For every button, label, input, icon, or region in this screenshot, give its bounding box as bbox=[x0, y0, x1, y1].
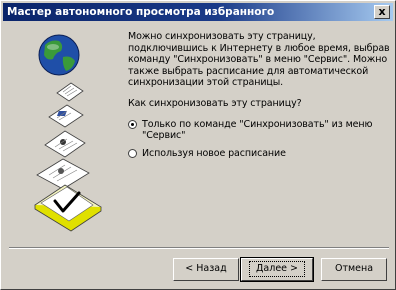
window-title: Мастер автономного просмотра избранного bbox=[7, 6, 275, 18]
wizard-window: Мастер автономного просмотра избранного … bbox=[0, 0, 396, 290]
cancel-button[interactable]: Отмена bbox=[321, 258, 387, 281]
wizard-content: Можно синхронизовать эту страницу, подкл… bbox=[128, 31, 390, 165]
next-button-label: Далее > bbox=[249, 261, 305, 277]
option-manual-sync[interactable]: Только по команде "Синхронизовать" из ме… bbox=[128, 119, 390, 142]
option-new-schedule-label: Используя новое расписание bbox=[142, 147, 286, 159]
close-button[interactable]: x bbox=[374, 5, 390, 19]
wizard-illustration bbox=[34, 34, 102, 232]
close-icon: x bbox=[378, 5, 386, 18]
globe-icon bbox=[38, 34, 80, 76]
next-button[interactable]: Далее > bbox=[240, 257, 314, 282]
back-button[interactable]: < Назад bbox=[173, 258, 239, 281]
description-text: Можно синхронизовать эту страницу, подкл… bbox=[128, 31, 390, 89]
option-manual-sync-label: Только по команде "Синхронизовать" из ме… bbox=[142, 118, 373, 142]
button-separator bbox=[9, 247, 389, 249]
option-new-schedule[interactable]: Используя новое расписание bbox=[128, 148, 390, 160]
document-stack-icon bbox=[34, 82, 102, 232]
radio-manual-sync[interactable] bbox=[128, 119, 137, 129]
radio-new-schedule[interactable] bbox=[128, 148, 137, 158]
question-label: Как синхронизовать эту страницу? bbox=[128, 97, 302, 109]
title-bar[interactable]: Мастер автономного просмотра избранного … bbox=[3, 3, 393, 21]
